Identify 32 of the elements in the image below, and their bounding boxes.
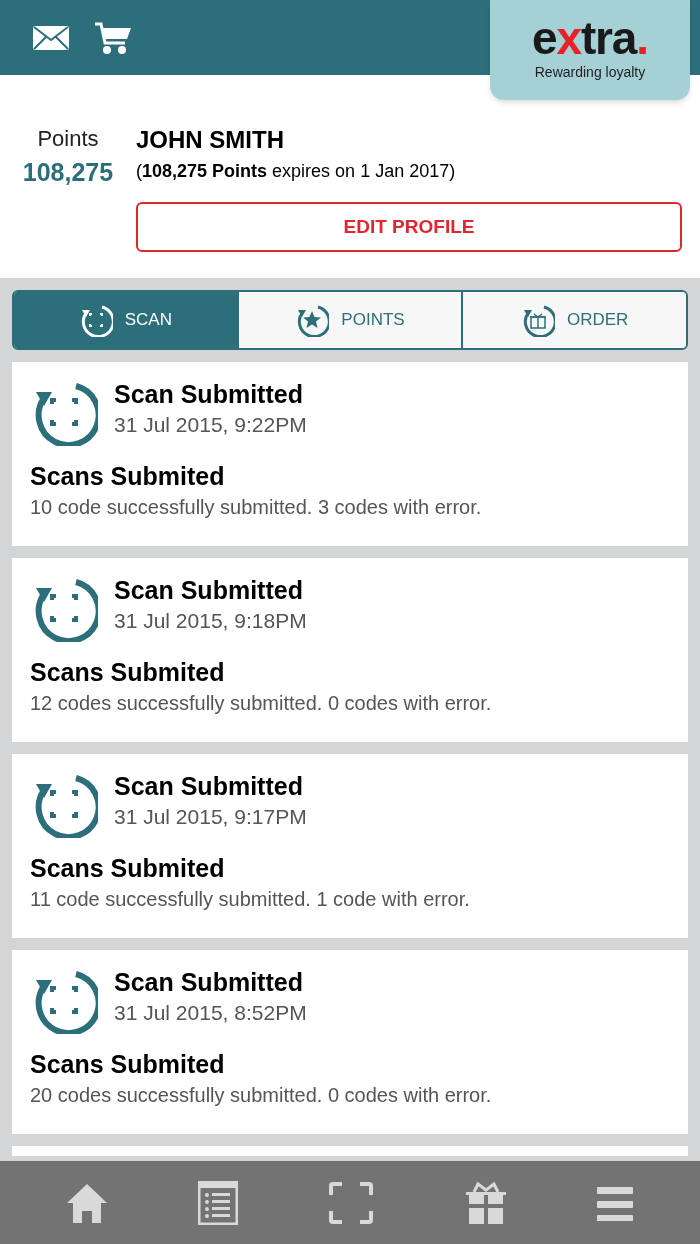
list-icon[interactable] bbox=[198, 1180, 239, 1225]
logo: extra. bbox=[532, 16, 648, 60]
gift-icon[interactable] bbox=[463, 1180, 508, 1225]
entry-date: 31 Jul 2015, 9:22PM bbox=[114, 412, 307, 438]
entry-detail: 10 code successfully submitted. 3 codes with error. bbox=[30, 495, 483, 520]
tab[interactable]: ORDER bbox=[461, 292, 686, 348]
points-label: Points bbox=[37, 125, 99, 153]
entry-detail: 20 codes successfully submitted. 0 codes with error. bbox=[30, 1083, 493, 1108]
mail-icon[interactable] bbox=[33, 25, 69, 50]
entry-detail: 11 code successfully submitted. 1 code with error. bbox=[30, 887, 471, 912]
entry-detail: 12 codes successfully submitted. 0 codes with error. bbox=[30, 691, 493, 716]
cart-icon[interactable] bbox=[95, 20, 131, 55]
scan-frame-icon[interactable] bbox=[328, 1180, 374, 1225]
points-value: 108,275 bbox=[22, 157, 114, 188]
menu-icon[interactable] bbox=[597, 1184, 636, 1221]
entry-heading: Scans Submited bbox=[30, 853, 226, 884]
tab[interactable]: SCAN bbox=[14, 292, 237, 348]
entry-title: Scan Submitted bbox=[114, 771, 304, 802]
star-icon bbox=[295, 303, 330, 337]
entry-title: Scan Submitted bbox=[114, 575, 304, 606]
member-name: JOHN SMITH bbox=[136, 125, 285, 155]
entry-date: 31 Jul 2015, 9:18PM bbox=[114, 608, 307, 634]
entry-title: Scan Submitted bbox=[114, 967, 304, 998]
points-expiry: (108,275 Points expires on 1 Jan 2017) bbox=[136, 160, 457, 183]
entry-title: Scan Submitted bbox=[114, 379, 304, 410]
entry-heading: Scans Submited bbox=[30, 1049, 226, 1080]
edit-profile-button[interactable]: EDIT PROFILE bbox=[136, 202, 682, 252]
entry-date: 31 Jul 2015, 9:17PM bbox=[114, 804, 307, 830]
entry-heading: Scans Submited bbox=[30, 461, 226, 492]
logo-tagline: Rewarding loyalty bbox=[534, 63, 646, 82]
entry-date: 31 Jul 2015, 8:52PM bbox=[114, 1000, 307, 1026]
entry-heading: Scans Submited bbox=[30, 657, 226, 688]
